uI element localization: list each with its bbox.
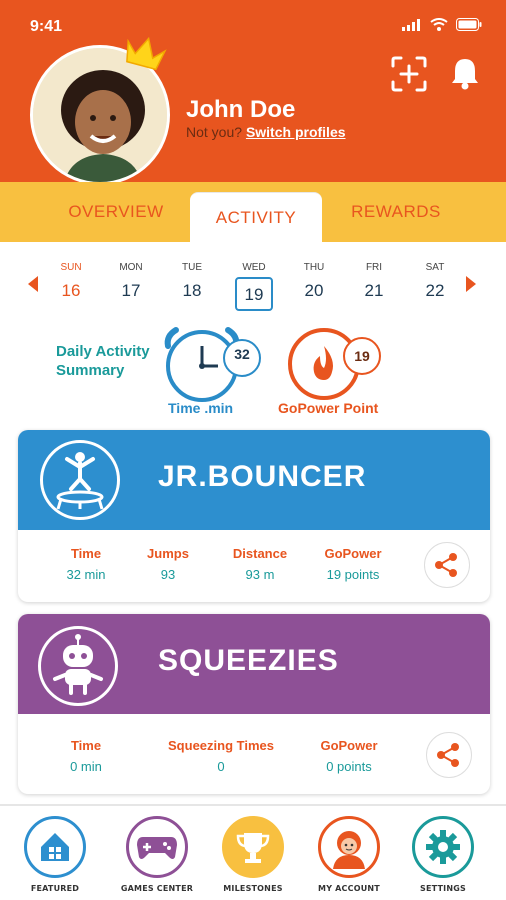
time-minutes-value: 32 [234, 346, 250, 362]
tab-rewards[interactable]: REWARDS [326, 182, 466, 242]
nav-featured[interactable]: FEATURED [10, 816, 100, 893]
day-date: 22 [425, 281, 445, 300]
stat-value: 0 min [70, 759, 102, 774]
stat-value: 93 [160, 567, 176, 582]
share-button[interactable] [426, 732, 472, 778]
day-name: THU [303, 262, 325, 273]
stat-label: GoPower [320, 738, 378, 753]
nav-label: GAMES CENTER [120, 884, 194, 893]
status-time: 9:41 [30, 18, 63, 35]
switch-profile-prompt: Not you? Switch profiles [186, 124, 346, 140]
calendar-day-selected[interactable]: WED 19 [232, 262, 276, 311]
status-icons [402, 18, 482, 31]
day-date: 21 [364, 281, 384, 300]
day-date: 16 [61, 281, 81, 300]
gopower-caption: GoPower Point [278, 400, 379, 416]
calendar-day[interactable]: FRI 21 [352, 262, 396, 301]
stat-label: GoPower [324, 546, 382, 561]
calendar-day[interactable]: MON 17 [109, 262, 153, 301]
stat-label: Squeezing Times [168, 738, 274, 753]
activity-card-jr-bouncer[interactable]: JR.BOUNCER Time 32 min Jumps 93 Distance… [18, 430, 490, 602]
card-header: JR.BOUNCER [18, 430, 490, 530]
previous-week-arrow-icon[interactable] [28, 276, 38, 292]
signal-icon [402, 18, 420, 31]
calendar-day[interactable]: SUN 16 [49, 262, 93, 301]
card-header: SQUEEZIES [18, 614, 490, 714]
nav-label: MILESTONES [223, 884, 283, 893]
profile-header: 9:41 John Doe Not you? Switch profiles [0, 0, 506, 185]
day-date: 18 [182, 281, 202, 300]
stat-time: Time 32 min [48, 546, 124, 582]
clock-icon [164, 327, 261, 402]
daily-activity-summary-label: Daily Activity Summary [56, 343, 150, 379]
day-name: WED [242, 262, 266, 273]
flame-icon [288, 328, 381, 400]
day-name: TUE [182, 262, 202, 273]
stat-label: Time [70, 738, 102, 753]
stat-squeezing-times: Squeezing Times 0 [150, 738, 292, 774]
share-button[interactable] [424, 542, 470, 588]
activity-title: SQUEEZIES [158, 644, 339, 677]
account-icon [318, 816, 380, 878]
nav-milestones[interactable]: MILESTONES [208, 816, 298, 893]
stat-distance: Distance 93 m [220, 546, 300, 582]
not-you-text: Not you? [186, 124, 243, 140]
trampoline-icon [40, 440, 120, 520]
calendar-day[interactable]: SAT 22 [413, 262, 457, 301]
battery-icon [456, 18, 482, 31]
share-icon [435, 553, 457, 577]
stat-value: 93 m [245, 567, 275, 582]
day-date: 19 [235, 277, 273, 311]
switch-profiles-link[interactable]: Switch profiles [246, 124, 346, 140]
robot-icon [38, 626, 118, 706]
stat-gopower: GoPower 0 points [304, 738, 394, 774]
tab-overview[interactable]: OVERVIEW [46, 182, 186, 242]
calendar-day[interactable]: TUE 18 [170, 262, 214, 301]
crown-icon [126, 36, 167, 71]
add-profile-icon[interactable] [391, 56, 427, 92]
next-week-arrow-icon[interactable] [466, 276, 476, 292]
stat-value: 0 [217, 759, 225, 774]
bottom-navigation: FEATURED GAMES CENTER MILESTONES MY ACCO… [0, 804, 506, 900]
nav-games-center[interactable]: GAMES CENTER [112, 816, 202, 893]
activity-card-squeezies[interactable]: SQUEEZIES Time 0 min Squeezing Times 0 G… [18, 614, 490, 794]
nav-my-account[interactable]: MY ACCOUNT [304, 816, 394, 893]
nav-label: FEATURED [30, 884, 80, 893]
tab-activity[interactable]: ACTIVITY [190, 192, 322, 242]
stat-gopower: GoPower 19 points [308, 546, 398, 582]
status-bar: 9:41 [0, 0, 506, 40]
house-icon [24, 816, 86, 878]
stat-jumps: Jumps 93 [130, 546, 206, 582]
user-name: John Doe [186, 96, 296, 123]
stat-label: Jumps [147, 546, 189, 561]
day-date: 20 [304, 281, 324, 300]
time-caption: Time .min [168, 400, 234, 416]
gamepad-icon [126, 816, 188, 878]
day-name: SAT [425, 262, 445, 273]
day-date: 17 [121, 281, 141, 300]
nav-label: MY ACCOUNT [318, 884, 380, 893]
stat-value: 32 min [66, 567, 106, 582]
day-name: SUN [60, 262, 82, 273]
nav-settings[interactable]: SETTINGS [398, 816, 488, 893]
activity-title: JR.BOUNCER [158, 460, 367, 493]
nav-label: SETTINGS [420, 884, 466, 893]
wifi-icon [430, 18, 448, 31]
stat-time: Time 0 min [48, 738, 124, 774]
day-name: MON [119, 262, 143, 273]
day-name: FRI [365, 262, 383, 273]
share-icon [437, 743, 459, 767]
trophy-icon [222, 816, 284, 878]
stat-value: 19 points [326, 567, 380, 582]
stat-value: 0 points [326, 759, 372, 774]
bell-icon[interactable] [450, 56, 480, 90]
gopower-points-value: 19 [354, 348, 370, 364]
tab-bar: OVERVIEW ACTIVITY REWARDS [0, 182, 506, 242]
stat-label: Time [70, 546, 102, 561]
calendar-day[interactable]: THU 20 [292, 262, 336, 301]
stat-label: Distance [232, 546, 288, 561]
gear-icon [412, 816, 474, 878]
